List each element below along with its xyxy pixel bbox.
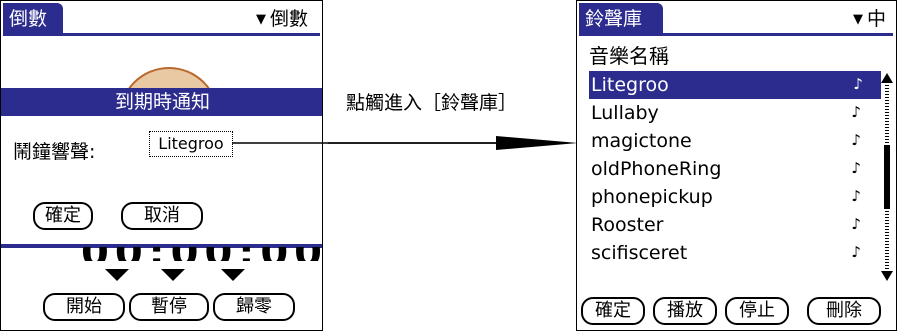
music-note-icon: ♪ [851, 187, 861, 205]
list-item[interactable]: Lullaby ♪ [589, 99, 879, 127]
music-note-icon: ♪ [851, 159, 861, 177]
minutes-down-icon[interactable] [161, 269, 185, 281]
triangle-down-icon: ▼ [852, 12, 863, 27]
ok-button[interactable]: 確定 [33, 202, 93, 230]
seconds-down-icon[interactable] [221, 269, 245, 281]
music-note-icon: ♪ [851, 131, 861, 149]
countdown-screen: 倒數 ▼ 倒數 到期時通知 鬧鐘響聲: Litegroo 確定 取消 00:00:… [0, 0, 323, 331]
list-item-label: magictone [591, 130, 692, 152]
alarm-sound-label: 鬧鐘響聲: [13, 141, 96, 163]
pause-button[interactable]: 暫停 [129, 293, 209, 321]
list-header: 音樂名稱 [589, 44, 669, 68]
ok-button[interactable]: 確定 [581, 297, 645, 325]
annotation-text: 點觸進入［鈴聲庫］ [346, 92, 518, 114]
category-menu-label: 倒數 [269, 8, 308, 30]
list-item[interactable]: Rooster ♪ [589, 211, 879, 239]
list-item[interactable]: phonepickup ♪ [589, 183, 879, 211]
list-item[interactable]: oldPhoneRing ♪ [589, 155, 879, 183]
app-title: 倒數 [3, 3, 63, 35]
music-note-icon: ♪ [851, 103, 861, 121]
scroll-thumb[interactable] [884, 145, 890, 209]
list-item[interactable]: Litegroo ♪ [589, 71, 881, 99]
delete-button[interactable]: 刪除 [807, 297, 881, 325]
hours-down-icon[interactable] [105, 269, 129, 281]
alarm-sound-selector[interactable]: Litegroo [149, 131, 233, 157]
list-item[interactable]: scifisceret ♪ [589, 239, 879, 267]
stop-button[interactable]: 停止 [725, 297, 789, 325]
ringtone-list: Litegroo ♪ Lullaby ♪ magictone ♪ oldPhoneRi… [589, 71, 881, 267]
list-item-label: phonepickup [591, 186, 713, 208]
music-note-icon: ♪ [853, 75, 863, 93]
ringtone-library-screen: 鈴聲庫 ▼ 中 音樂名稱 Litegroo ♪ Lullaby ♪ magictone… [576, 0, 897, 331]
list-item[interactable]: magictone ♪ [589, 127, 879, 155]
list-item-label: oldPhoneRing [591, 158, 722, 180]
category-menu-label: 中 [866, 8, 886, 30]
category-menu[interactable]: ▼ 倒數 [256, 3, 308, 36]
scrollbar[interactable] [881, 73, 893, 281]
cancel-button[interactable]: 取消 [121, 202, 203, 230]
list-item-label: Litegroo [591, 74, 669, 96]
music-note-icon: ♪ [851, 215, 861, 233]
scroll-up-icon[interactable] [881, 73, 893, 83]
start-button[interactable]: 開始 [43, 293, 125, 321]
triangle-down-icon: ▼ [255, 12, 266, 27]
list-item-label: scifisceret [591, 242, 688, 264]
reset-button[interactable]: 歸零 [213, 293, 295, 321]
scroll-down-icon[interactable] [881, 271, 893, 281]
list-item-label: Rooster [591, 214, 664, 236]
app-title: 鈴聲庫 [579, 3, 663, 35]
music-note-icon: ♪ [851, 243, 861, 261]
category-menu[interactable]: ▼ 中 [853, 3, 886, 36]
dialog-title: 到期時通知 [1, 88, 322, 116]
play-button[interactable]: 播放 [653, 297, 717, 325]
list-item-label: Lullaby [591, 102, 659, 124]
title-divider [579, 33, 893, 36]
